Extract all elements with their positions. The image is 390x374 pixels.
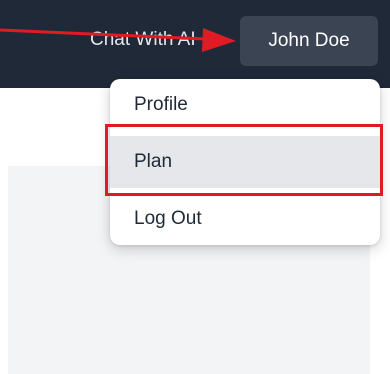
user-menu-button[interactable]: John Doe — [240, 16, 378, 66]
menu-item-profile[interactable]: Profile — [110, 79, 380, 131]
navbar: Chat With AI John Doe — [0, 0, 390, 88]
chat-with-ai-link[interactable]: Chat With AI — [90, 25, 240, 55]
menu-item-log-out[interactable]: Log Out — [110, 193, 380, 245]
menu-item-plan[interactable]: Plan — [110, 136, 380, 188]
user-dropdown-menu: Profile Plan Log Out — [110, 79, 380, 245]
